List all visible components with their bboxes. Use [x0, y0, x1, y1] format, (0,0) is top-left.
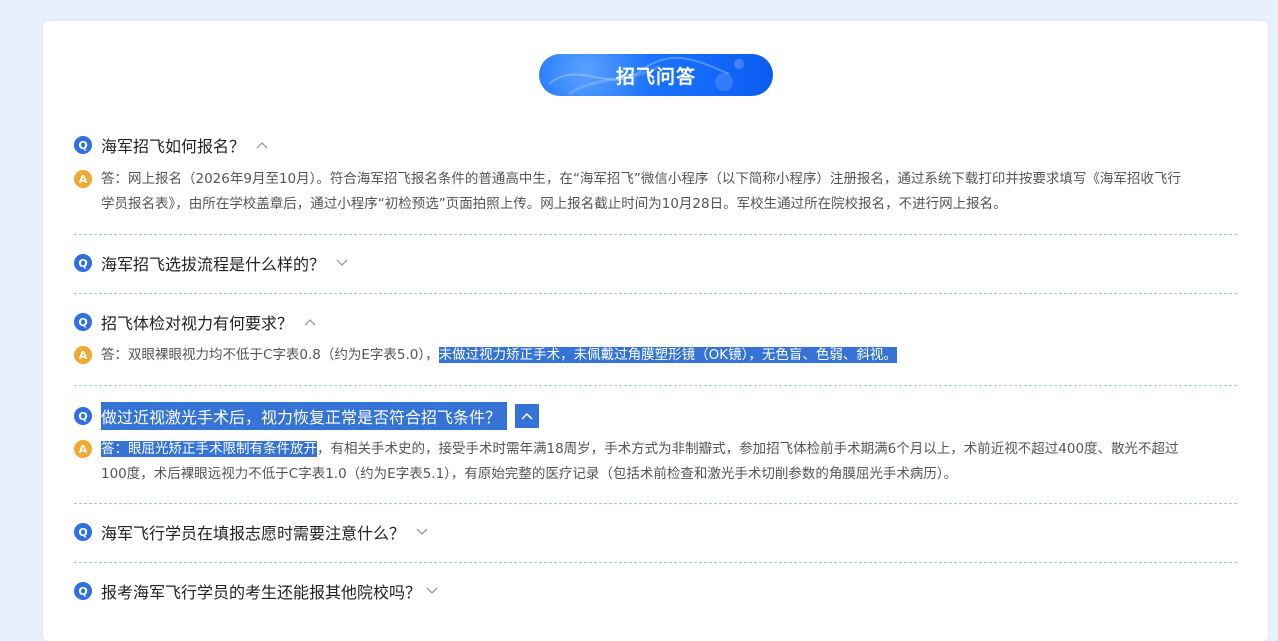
- q-icon: Q: [74, 136, 92, 154]
- q-icon: Q: [74, 582, 92, 600]
- faq-question-5[interactable]: Q 海军飞行学员在填报志愿时需要注意什么？: [74, 521, 429, 543]
- q-icon: Q: [74, 254, 92, 272]
- q-icon: Q: [74, 407, 92, 425]
- faq-question-6[interactable]: Q 报考海军飞行学员的考生还能报其他院校吗？: [74, 580, 439, 602]
- faq-question-text: 海军招飞如何报名？: [101, 137, 246, 156]
- divider: [74, 562, 1237, 563]
- section-title-banner: 招飞问答: [539, 54, 773, 96]
- faq-question-text: 报考海军飞行学员的考生还能报其他院校吗？: [101, 583, 422, 602]
- q-icon: Q: [74, 313, 92, 331]
- faq-answer-3: A 答：双眼裸眼视力均不低于C字表0.8（约为E字表5.0），未做过视力矫正手术…: [74, 343, 1191, 368]
- faq-question-text: 海军招飞选拔流程是什么样的？: [101, 255, 326, 274]
- selected-text: 未做过视力矫正手术，未佩戴过角膜塑形镜（OK镜），无色盲、色弱、斜视。: [438, 347, 897, 363]
- section-title: 招飞问答: [615, 65, 696, 88]
- chevron-up-icon[interactable]: [303, 315, 317, 329]
- faq-answer-text: 答：眼屈光矫正手术限制有条件放开，有相关手术史的，接受手术时需年满18周岁，手术…: [101, 437, 1191, 487]
- faq-answer-text: 答：双眼裸眼视力均不低于C字表0.8（约为E字表5.0），未做过视力矫正手术，未…: [101, 343, 1191, 368]
- faq-question-text: 招飞体检对视力有何要求？: [101, 314, 294, 333]
- a-icon: A: [74, 346, 92, 364]
- divider: [74, 503, 1237, 504]
- faq-answer-1: A 答：网上报名（2026年9月至10月）。符合海军招飞报名条件的普通高中生，在…: [74, 167, 1191, 217]
- faq-question-1[interactable]: Q 海军招飞如何报名？: [74, 134, 269, 156]
- answer-part: 答：双眼裸眼视力均不低于C字表0.8（约为E字表5.0），: [101, 347, 439, 363]
- divider: [74, 385, 1237, 386]
- faq-question-4[interactable]: Q 做过近视激光手术后，视力恢复正常是否符合招飞条件？: [74, 402, 540, 430]
- faq-answer-text: 答：网上报名（2026年9月至10月）。符合海军招飞报名条件的普通高中生，在“海…: [101, 171, 1181, 212]
- faq-question-text: 做过近视激光手术后，视力恢复正常是否符合招飞条件？: [101, 402, 508, 430]
- chevron-down-icon[interactable]: [425, 584, 439, 598]
- faq-question-text: 海军飞行学员在填报志愿时需要注意什么？: [101, 524, 406, 543]
- faq-answer-4: A 答：眼屈光矫正手术限制有条件放开，有相关手术史的，接受手术时需年满18周岁，…: [74, 437, 1191, 487]
- faq-question-2[interactable]: Q 海军招飞选拔流程是什么样的？: [74, 252, 349, 274]
- q-icon: Q: [74, 523, 92, 541]
- divider: [74, 293, 1237, 294]
- chevron-down-icon[interactable]: [335, 256, 349, 270]
- chevron-up-icon[interactable]: [255, 138, 269, 152]
- selected-text: 答：眼屈光矫正手术限制有条件放开: [101, 441, 317, 457]
- faq-question-3[interactable]: Q 招飞体检对视力有何要求？: [74, 311, 317, 333]
- chevron-down-icon[interactable]: [415, 525, 429, 539]
- a-icon: A: [74, 440, 92, 458]
- divider: [74, 234, 1237, 235]
- chevron-up-icon[interactable]: [515, 404, 540, 428]
- a-icon: A: [74, 170, 92, 188]
